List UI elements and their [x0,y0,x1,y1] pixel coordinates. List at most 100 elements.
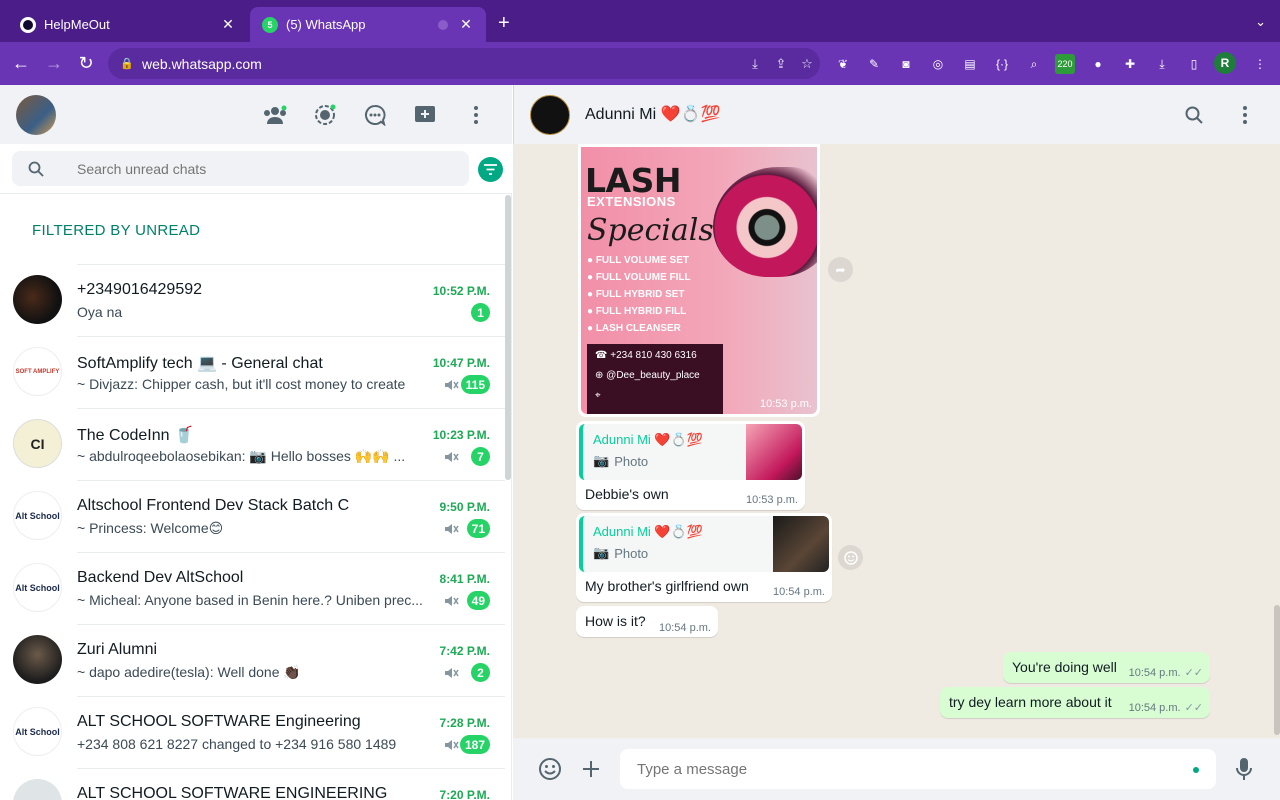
poster-script-heading: Specials [587,213,714,248]
unread-badge: 115 [460,375,490,394]
chat-preview: ~ dapo adedire(tesla): Well done 👏🏿 [77,664,301,680]
quoted-message[interactable]: Adunni Mi ❤️💍💯 📷 Photo [579,424,802,480]
new-tab-icon[interactable]: + [498,12,510,35]
menu-kebab-icon[interactable] [1233,103,1257,127]
chat-item[interactable]: CI The CodeInn 🥤 10:23 P.M. ~ abdulroqee… [0,408,505,480]
search-icon[interactable] [1182,103,1206,127]
extension-counter-icon[interactable]: 220 [1055,54,1075,74]
chat-item[interactable]: +2349016429592 10:52 P.M. Oya na 1 [0,264,505,336]
extension-camera-icon[interactable]: ◙ [896,54,916,74]
message-input[interactable] [637,760,1177,778]
contact-avatar[interactable] [530,95,570,135]
reply-message-bubble[interactable]: Adunni Mi ❤️💍💯 📷 Photo Debbie's own 10:53… [576,421,805,510]
attach-plus-icon[interactable] [578,756,604,782]
microphone-icon[interactable] [1231,756,1257,782]
outgoing-message-bubble[interactable]: try dey learn more about it 10:54 p.m. ✓✓ [940,687,1210,718]
chat-item[interactable]: ALT SCHOOL SOFTWARE ENGINEERING 7:20 P.M… [0,768,505,800]
muted-speaker-icon [443,593,459,609]
close-tab-icon[interactable]: ✕ [458,16,474,33]
extensions-puzzle-icon[interactable]: ✚ [1120,54,1140,74]
search-row [0,144,512,194]
emoji-icon[interactable] [537,756,563,782]
search-box[interactable] [12,151,469,186]
chat-item[interactable]: Alt School Backend Dev AltSchool 8:41 P.… [0,552,505,624]
image-message[interactable]: LASH EXTENSIONS Specials ● FULL VOLUME S… [578,144,820,417]
conversation-panel: Adunni Mi ❤️💍💯 LASH EXTENSIONS Specials … [513,85,1280,800]
chat-name: Zuri Alumni [77,641,158,658]
filter-status-label: FILTERED BY UNREAD [32,222,201,239]
install-app-icon[interactable]: ⤓ [742,56,768,72]
extension-doc-icon[interactable]: ▤ [960,54,980,74]
quoted-type: Photo [614,453,649,469]
new-chat-icon[interactable] [413,103,437,127]
side-panel-icon[interactable]: ▯ [1184,54,1204,74]
communities-icon[interactable] [263,103,287,127]
extension-code-icon[interactable]: {·} [992,54,1012,74]
tab-title: HelpMeOut [44,17,110,32]
share-icon[interactable]: ⇪ [768,56,794,72]
globe-icon: ⊕ [595,370,604,381]
forward-icon[interactable]: ➦ [828,257,853,282]
bookmark-star-icon[interactable]: ☆ [794,56,820,72]
reload-icon[interactable]: ↻ [75,53,97,74]
incoming-message-bubble[interactable]: How is it? 10:54 p.m. [576,606,718,637]
chat-name: Backend Dev AltSchool [77,569,244,586]
search-input[interactable] [77,160,457,177]
lock-icon: 🔒 [120,58,134,70]
muted-speaker-icon [443,449,459,465]
tab-whatsapp[interactable]: 5 (5) WhatsApp ✕ [250,7,486,42]
message-text: You're doing well [1012,659,1117,675]
message-text: Debbie's own [585,486,669,502]
tab-helpmeout[interactable]: HelpMeOut ✕ [8,7,248,42]
extension-target-icon[interactable]: ◎ [928,54,948,74]
message-time: 10:53 p.m. [760,398,812,410]
extension-record-icon[interactable]: ● [1088,54,1108,74]
message-time: 10:54 p.m. [1128,702,1181,714]
downloads-icon[interactable]: ⤓ [1152,54,1172,74]
unread-badge: 49 [466,591,490,610]
channels-icon[interactable] [363,103,387,127]
chat-item[interactable]: SOFT AMPLIFY SoftAmplify tech 💻 - Genera… [0,336,505,408]
extension-pen-icon[interactable]: ✎ [864,54,884,74]
search-icon [12,161,60,177]
chat-item[interactable]: Zuri Alumni 7:42 P.M. ~ dapo adedire(tes… [0,624,505,696]
conversation-scrollbar[interactable] [1274,605,1280,735]
poster-contact-box: ☎ +234 810 430 6316 ⊕ @Dee_beauty_place … [587,344,723,414]
outgoing-message-bubble[interactable]: You're doing well 10:54 p.m. ✓✓ [1003,652,1210,683]
status-icon[interactable] [313,103,337,127]
chat-item[interactable]: Alt School Altschool Frontend Dev Stack … [0,480,505,552]
address-bar[interactable]: 🔒 web.whatsapp.com ⤓ ⇪ ☆ [108,48,820,79]
menu-kebab-icon[interactable] [464,103,488,127]
chat-avatar [13,275,62,324]
reply-message-bubble[interactable]: Adunni Mi ❤️💍💯 📷 Photo My brother's girlf… [576,513,832,602]
react-emoji-icon[interactable] [838,545,863,570]
chat-list-panel: FILTERED BY UNREAD +2349016429592 10:52 … [0,85,512,800]
close-tab-icon[interactable]: ✕ [220,16,236,33]
unread-filter-button[interactable] [478,157,503,182]
profile-avatar[interactable]: R [1214,52,1236,74]
conversation-header[interactable]: Adunni Mi ❤️💍💯 [513,85,1280,144]
sidebar-header [0,85,512,144]
poster-subheading: EXTENSIONS [587,194,676,209]
tab-search-chevron-icon[interactable]: ⌄ [1255,14,1266,30]
muted-speaker-icon [443,665,459,681]
chat-avatar: Alt School [13,491,62,540]
unread-badge: 1 [471,303,490,322]
quoted-message[interactable]: Adunni Mi ❤️💍💯 📷 Photo [579,516,829,572]
chat-item[interactable]: Alt School ALT SCHOOL SOFTWARE Engineeri… [0,696,505,768]
quoted-author: Adunni Mi ❤️💍💯 [593,524,703,539]
extension-badge: 220 [1057,59,1073,69]
chat-list-scrollbar[interactable] [505,195,511,480]
back-arrow-icon[interactable]: ← [10,53,32,74]
forward-arrow-icon[interactable]: → [43,53,65,74]
extension-search-icon[interactable]: ⌕ [1024,54,1044,74]
message-text: My brother's girlfriend own [585,578,749,594]
browser-menu-icon[interactable]: ⋮ [1250,54,1270,74]
extension-leaf-icon[interactable]: ❦ [833,54,853,74]
lash-poster-image[interactable]: LASH EXTENSIONS Specials ● FULL VOLUME S… [581,147,817,414]
poster-phone: +234 810 430 6316 [610,350,697,361]
muted-speaker-icon [443,521,459,537]
my-profile-avatar[interactable] [16,95,56,135]
message-input-box[interactable] [620,749,1216,789]
whatsapp-favicon-icon: 5 [262,16,278,33]
